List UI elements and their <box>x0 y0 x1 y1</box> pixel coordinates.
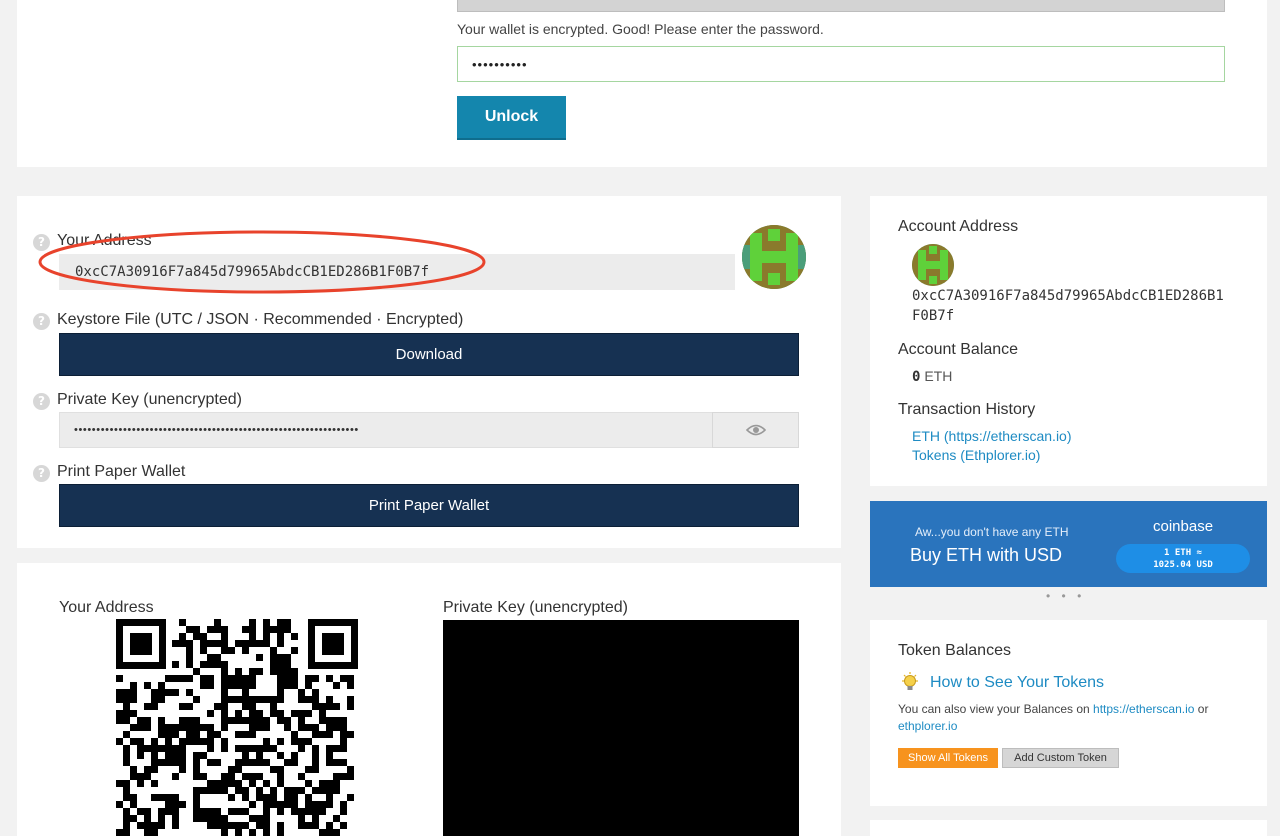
download-button[interactable]: Download <box>59 333 799 376</box>
info-prefix: You can also view your Balances on <box>898 702 1090 716</box>
help-icon[interactable]: ? <box>33 393 50 410</box>
balance-value: 0 <box>912 369 921 385</box>
private-key-qr-hidden <box>443 620 799 836</box>
ethplorer-history-link[interactable]: Tokens (Ethplorer.io) <box>912 447 1040 463</box>
password-input[interactable]: •••••••••• <box>457 46 1225 82</box>
private-key-label: Private Key (unencrypted) <box>57 391 242 408</box>
identicon <box>742 225 806 289</box>
ethplorer-link[interactable]: ethplorer.io <box>898 719 957 733</box>
carousel-dots[interactable]: • • • <box>1046 589 1085 603</box>
next-panel <box>870 820 1267 836</box>
private-key-field[interactable]: ••••••••••••••••••••••••••••••••••••••••… <box>59 412 713 448</box>
qr-panel: Your Address Private Key (unencrypted) <box>17 563 841 836</box>
toggle-visibility-button[interactable] <box>712 412 799 448</box>
address-highlight-circle <box>38 230 486 294</box>
etherscan-link[interactable]: https://etherscan.io <box>1093 702 1194 716</box>
token-info-text: You can also view your Balances on https… <box>898 701 1238 735</box>
help-icon[interactable]: ? <box>33 465 50 482</box>
balance-unit: ETH <box>924 368 953 384</box>
rate-line1: 1 ETH ≈ <box>1164 548 1202 558</box>
print-wallet-label: Print Paper Wallet <box>57 463 186 480</box>
exchange-rate-pill: 1 ETH ≈ 1025.04 USD <box>1116 544 1250 573</box>
eye-icon <box>745 424 766 436</box>
private-key-mask: ••••••••••••••••••••••••••••••••••••••••… <box>74 424 359 436</box>
banner-title: Buy ETH with USD <box>910 545 1063 565</box>
add-custom-token-button[interactable]: Add Custom Token <box>1002 748 1119 768</box>
qr-address-label: Your Address <box>59 599 154 616</box>
help-icon[interactable]: ? <box>33 313 50 330</box>
token-balances-heading: Token Balances <box>898 642 1011 659</box>
account-address-line2: F0B7f <box>912 308 955 324</box>
qr-private-key-label: Private Key (unencrypted) <box>443 599 628 616</box>
unlock-button[interactable]: Unlock <box>457 96 566 140</box>
wallet-info-panel: ? Your Address 0xcC7A30916F7a845d79965Ab… <box>17 196 841 548</box>
lightbulb-icon <box>902 672 918 690</box>
show-all-tokens-button[interactable]: Show All Tokens <box>898 748 998 768</box>
rate-line2: 1025.04 USD <box>1153 560 1213 570</box>
file-select-bar[interactable] <box>457 0 1225 12</box>
coinbase-banner[interactable]: Aw...you don't have any ETH Buy ETH with… <box>870 501 1267 587</box>
account-balance-heading: Account Balance <box>898 341 1019 358</box>
banner-note: Aw...you don't have any ETH <box>915 525 1069 539</box>
print-paper-wallet-button[interactable]: Print Paper Wallet <box>59 484 799 527</box>
keystore-label: Keystore File (UTC / JSON · Recommended … <box>57 311 464 328</box>
address-qr-code <box>116 619 358 836</box>
transaction-history-heading: Transaction History <box>898 401 1036 418</box>
account-sidebar: Account Address 0xcC7A30916F7a845d79965A… <box>870 196 1267 486</box>
etherscan-history-link[interactable]: ETH (https://etherscan.io) <box>912 428 1072 444</box>
password-mask: •••••••••• <box>472 56 528 72</box>
unlock-panel: Your wallet is encrypted. Good! Please e… <box>17 0 1267 167</box>
coinbase-brand: coinbase <box>1153 518 1214 535</box>
identicon <box>912 244 954 286</box>
account-balance: 0 ETH <box>912 368 952 385</box>
info-or: or <box>1197 702 1209 716</box>
account-address-line1: 0xcC7A30916F7a845d79965AbdcCB1ED286B1 <box>912 288 1224 304</box>
how-to-see-tokens-link[interactable]: How to See Your Tokens <box>930 674 1104 692</box>
encrypted-message: Your wallet is encrypted. Good! Please e… <box>457 21 824 37</box>
token-balances-panel: Token Balances How to See Your Tokens Yo… <box>870 620 1267 806</box>
account-address-heading: Account Address <box>898 218 1019 235</box>
